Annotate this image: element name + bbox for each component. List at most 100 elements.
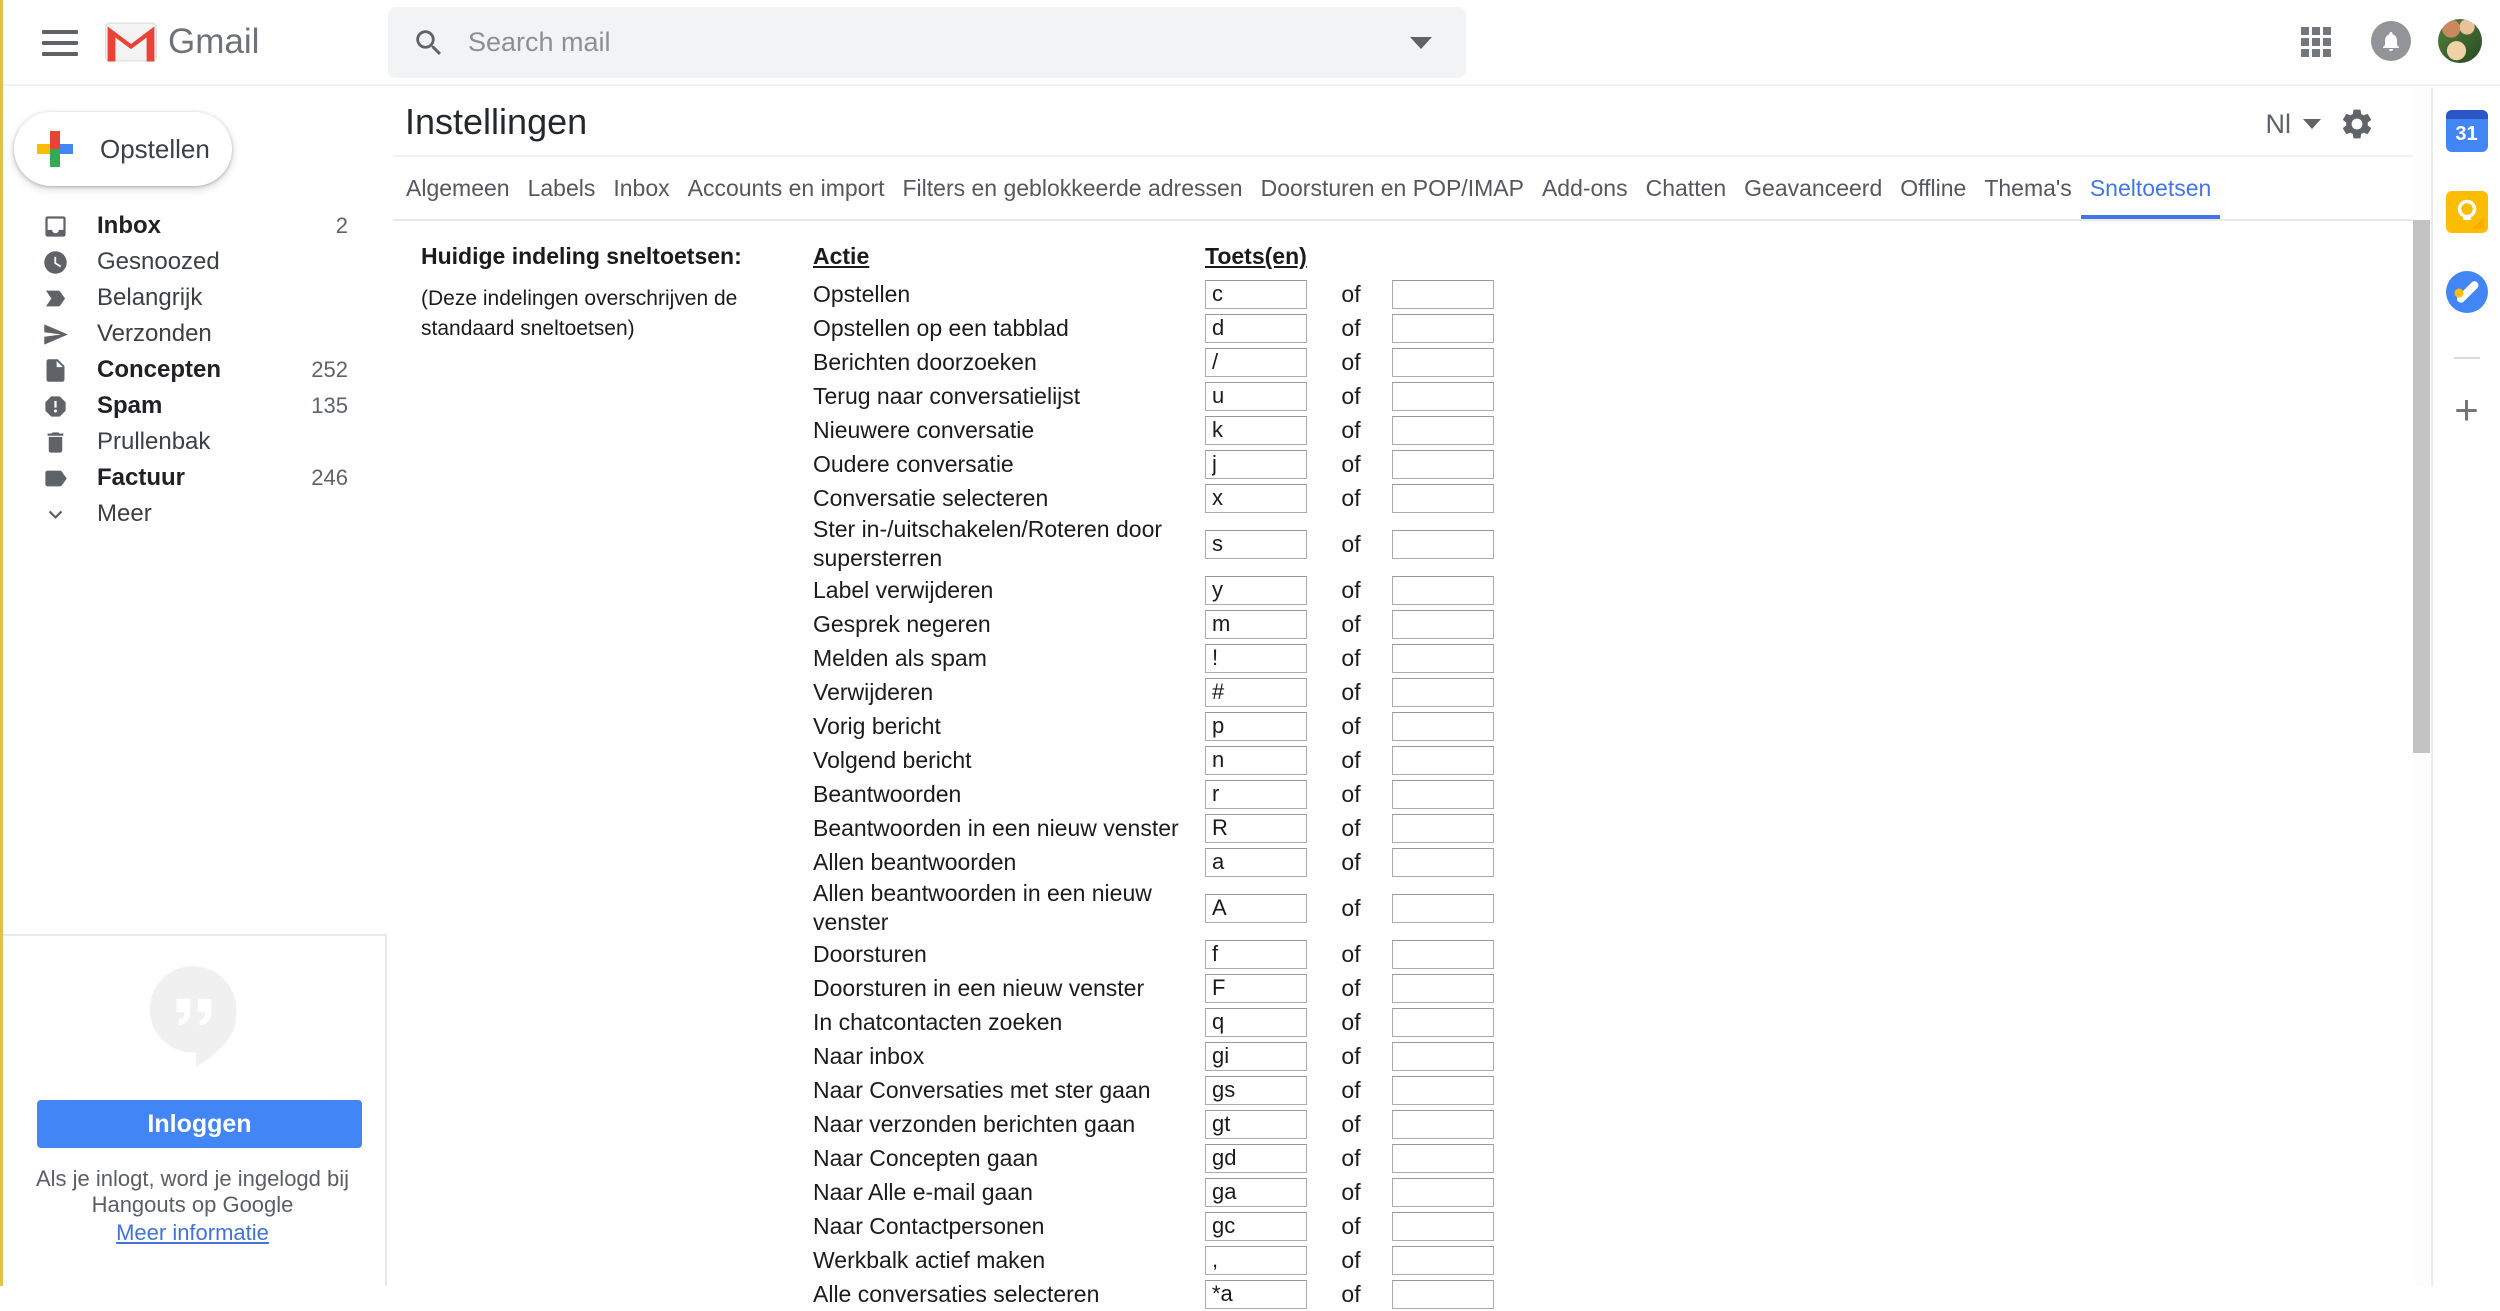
shortcut-alt-key-input[interactable] — [1392, 610, 1494, 639]
shortcut-key-input[interactable] — [1205, 484, 1307, 513]
shortcut-alt-key-input[interactable] — [1392, 1110, 1494, 1139]
shortcut-alt-key-input[interactable] — [1392, 1008, 1494, 1037]
more-info-link[interactable]: Meer informatie — [0, 1220, 385, 1246]
shortcut-alt-key-input[interactable] — [1392, 678, 1494, 707]
shortcut-alt-key-input[interactable] — [1392, 1076, 1494, 1105]
shortcut-key-input[interactable] — [1205, 1042, 1307, 1071]
shortcut-alt-key-input[interactable] — [1392, 314, 1494, 343]
shortcut-key-input[interactable] — [1205, 348, 1307, 377]
tasks-icon[interactable] — [2446, 271, 2488, 313]
shortcut-row: Beantwoorden in een nieuw vensterof — [813, 811, 2413, 845]
search-bar[interactable] — [388, 7, 1466, 78]
shortcut-alt-key-input[interactable] — [1392, 530, 1494, 559]
shortcut-key-input[interactable] — [1205, 280, 1307, 309]
search-options-caret-icon[interactable] — [1410, 37, 1432, 49]
hamburger-menu-icon[interactable] — [42, 30, 78, 56]
shortcut-alt-key-input[interactable] — [1392, 1144, 1494, 1173]
shortcut-alt-key-input[interactable] — [1392, 576, 1494, 605]
shortcut-alt-key-input[interactable] — [1392, 780, 1494, 809]
tab-sneltoetsen[interactable]: Sneltoetsen — [2081, 161, 2220, 219]
tab-offline[interactable]: Offline — [1891, 161, 1975, 219]
shortcut-alt-key-input[interactable] — [1392, 1280, 1494, 1309]
tab-inbox[interactable]: Inbox — [604, 161, 678, 219]
shortcut-key-input[interactable] — [1205, 576, 1307, 605]
tab-chatten[interactable]: Chatten — [1637, 161, 1736, 219]
shortcut-key-input[interactable] — [1205, 894, 1307, 923]
sidebar-item-prullenbak[interactable]: Prullenbak — [0, 424, 388, 460]
shortcut-alt-key-input[interactable] — [1392, 280, 1494, 309]
shortcut-alt-key-input[interactable] — [1392, 814, 1494, 843]
shortcut-key-input[interactable] — [1205, 382, 1307, 411]
shortcut-alt-key-input[interactable] — [1392, 484, 1494, 513]
tab-accounts-en-import[interactable]: Accounts en import — [679, 161, 894, 219]
shortcut-alt-key-input[interactable] — [1392, 1042, 1494, 1071]
scrollbar-thumb[interactable] — [2413, 220, 2430, 753]
calendar-icon[interactable]: 31 — [2446, 110, 2488, 152]
shortcut-alt-key-input[interactable] — [1392, 644, 1494, 673]
shortcut-alt-key-input[interactable] — [1392, 894, 1494, 923]
shortcut-key-input[interactable] — [1205, 644, 1307, 673]
shortcut-key-input[interactable] — [1205, 940, 1307, 969]
shortcut-key-input[interactable] — [1205, 974, 1307, 1003]
shortcut-alt-key-input[interactable] — [1392, 1246, 1494, 1275]
tab-algemeen[interactable]: Algemeen — [397, 161, 519, 219]
account-avatar[interactable] — [2438, 19, 2482, 63]
shortcut-key-input[interactable] — [1205, 1110, 1307, 1139]
or-label: of — [1338, 315, 1364, 342]
shortcut-key-input[interactable] — [1205, 712, 1307, 741]
tab-labels[interactable]: Labels — [519, 161, 605, 219]
apps-grid-icon[interactable] — [2301, 27, 2331, 57]
shortcut-key-input[interactable] — [1205, 1178, 1307, 1207]
keep-icon[interactable] — [2446, 191, 2488, 233]
shortcut-key-input[interactable] — [1205, 814, 1307, 843]
sidebar-item-inbox[interactable]: Inbox2 — [0, 208, 388, 244]
add-addon-plus-icon[interactable]: + — [2454, 389, 2479, 431]
notifications-bell-icon[interactable] — [2371, 21, 2411, 61]
sidebar-item-factuur[interactable]: Factuur246 — [0, 460, 388, 496]
shortcut-alt-key-input[interactable] — [1392, 974, 1494, 1003]
tab-filters-en-geblokkeerde-adressen[interactable]: Filters en geblokkeerde adressen — [894, 161, 1252, 219]
shortcut-key-input[interactable] — [1205, 530, 1307, 559]
tab-geavanceerd[interactable]: Geavanceerd — [1735, 161, 1891, 219]
or-label: of — [1338, 645, 1364, 672]
shortcut-key-input[interactable] — [1205, 610, 1307, 639]
sidebar-item-verzonden[interactable]: Verzonden — [0, 316, 388, 352]
shortcut-alt-key-input[interactable] — [1392, 1212, 1494, 1241]
shortcut-alt-key-input[interactable] — [1392, 348, 1494, 377]
search-input[interactable] — [468, 27, 1410, 58]
shortcut-alt-key-input[interactable] — [1392, 712, 1494, 741]
sidebar-item-concepten[interactable]: Concepten252 — [0, 352, 388, 388]
shortcut-key-input[interactable] — [1205, 450, 1307, 479]
shortcut-key-input[interactable] — [1205, 1144, 1307, 1173]
shortcut-alt-key-input[interactable] — [1392, 940, 1494, 969]
sidebar-item-gesnoozed[interactable]: Gesnoozed — [0, 244, 388, 280]
shortcut-key-input[interactable] — [1205, 416, 1307, 445]
shortcut-alt-key-input[interactable] — [1392, 1178, 1494, 1207]
compose-button[interactable]: Opstellen — [14, 112, 232, 186]
tab-thema-s[interactable]: Thema's — [1975, 161, 2080, 219]
shortcut-alt-key-input[interactable] — [1392, 416, 1494, 445]
sign-in-button[interactable]: Inloggen — [37, 1100, 362, 1148]
shortcut-key-input[interactable] — [1205, 1246, 1307, 1275]
shortcut-alt-key-input[interactable] — [1392, 450, 1494, 479]
shortcut-alt-key-input[interactable] — [1392, 848, 1494, 877]
shortcut-key-input[interactable] — [1205, 746, 1307, 775]
gear-icon[interactable] — [2339, 106, 2375, 142]
shortcut-key-input[interactable] — [1205, 678, 1307, 707]
shortcut-key-input[interactable] — [1205, 1212, 1307, 1241]
shortcut-alt-key-input[interactable] — [1392, 382, 1494, 411]
language-caret-icon[interactable] — [2303, 119, 2321, 129]
shortcut-key-input[interactable] — [1205, 1076, 1307, 1105]
tab-doorsturen-en-pop-imap[interactable]: Doorsturen en POP/IMAP — [1252, 161, 1533, 219]
sidebar-item-belangrijk[interactable]: Belangrijk — [0, 280, 388, 316]
language-selector[interactable]: Nl — [2266, 109, 2292, 140]
shortcut-alt-key-input[interactable] — [1392, 746, 1494, 775]
sidebar-item-spam[interactable]: Spam135 — [0, 388, 388, 424]
shortcut-key-input[interactable] — [1205, 1008, 1307, 1037]
sidebar-item-meer[interactable]: Meer — [0, 496, 388, 532]
shortcut-key-input[interactable] — [1205, 848, 1307, 877]
shortcut-key-input[interactable] — [1205, 314, 1307, 343]
shortcut-key-input[interactable] — [1205, 780, 1307, 809]
shortcut-key-input[interactable] — [1205, 1280, 1307, 1309]
tab-add-ons[interactable]: Add-ons — [1533, 161, 1637, 219]
